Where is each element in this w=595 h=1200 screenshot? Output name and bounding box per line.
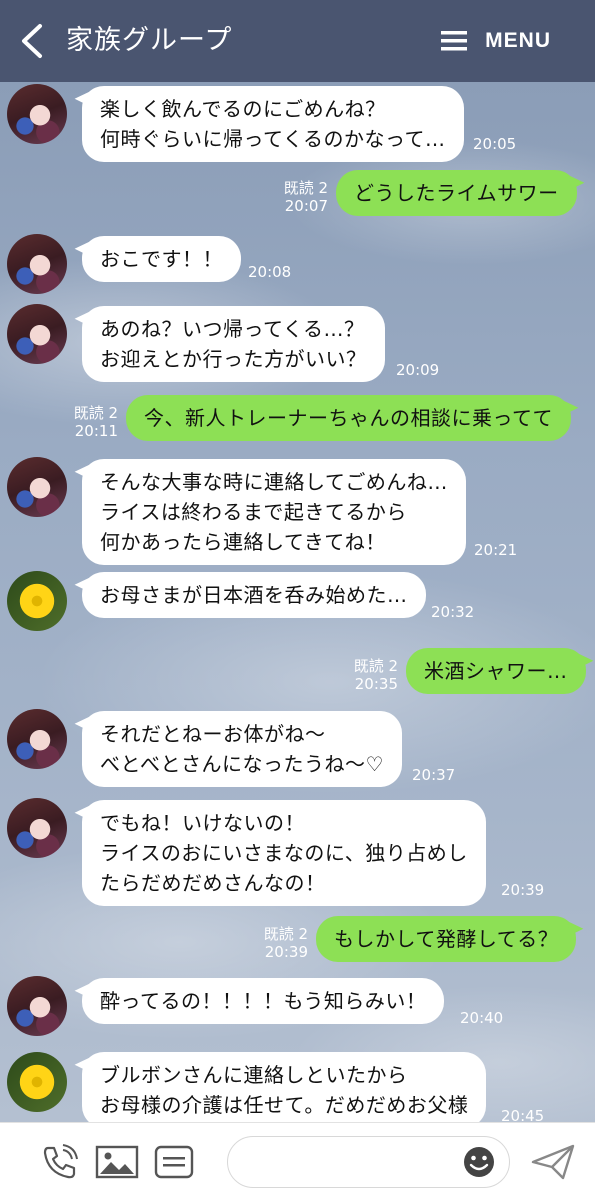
send-icon[interactable] bbox=[530, 1142, 576, 1182]
message-bubble[interactable]: お母さまが日本酒を呑み始めた… bbox=[82, 572, 426, 618]
message-bubble[interactable]: それだとねーお体がね～ べとべとさんになったうね～♡ bbox=[82, 711, 402, 787]
message-bubble[interactable]: おこです！！ bbox=[82, 236, 241, 282]
message-bubble[interactable]: もしかして発酵してる？ bbox=[316, 916, 577, 962]
hamburger-icon bbox=[441, 31, 468, 51]
back-arrow-icon[interactable] bbox=[18, 22, 46, 60]
message-time: 20:09 bbox=[396, 361, 440, 379]
message-time: 20:45 bbox=[501, 1107, 545, 1122]
message-time: 20:07 bbox=[284, 197, 328, 215]
avatar[interactable] bbox=[7, 84, 67, 144]
message-time: 20:39 bbox=[264, 943, 308, 961]
avatar[interactable] bbox=[7, 976, 67, 1036]
avatar[interactable] bbox=[7, 304, 67, 364]
message-bubble[interactable]: 酔ってるの！！！！もう知らみい！ bbox=[82, 978, 445, 1024]
message-time: 20:37 bbox=[412, 766, 456, 784]
read-receipt: 既読 2 20:35 bbox=[334, 657, 398, 693]
avatar[interactable] bbox=[7, 709, 67, 769]
avatar[interactable] bbox=[7, 457, 67, 517]
read-status: 既読 2 bbox=[263, 925, 308, 943]
read-status: 既読 2 bbox=[283, 179, 328, 197]
message-bubble[interactable]: 米酒シャワー… bbox=[406, 648, 586, 694]
message-time: 20:35 bbox=[354, 675, 398, 693]
message-time: 20:39 bbox=[501, 881, 545, 899]
message-bubble[interactable]: 楽しく飲んでるのにごめんね？ 何時ぐらいに帰ってくるのかなって… bbox=[82, 86, 464, 162]
menu-label: MENU bbox=[485, 29, 551, 52]
read-status: 既読 2 bbox=[353, 657, 398, 675]
read-receipt: 既読 2 20:07 bbox=[262, 179, 328, 215]
sticker-menu-icon[interactable] bbox=[154, 1144, 194, 1180]
message-bubble[interactable]: 今、新人トレーナーちゃんの相談に乗ってて bbox=[126, 395, 571, 441]
read-status: 既読 2 bbox=[73, 404, 118, 422]
menu-button[interactable]: MENU bbox=[441, 0, 551, 82]
message-bubble[interactable]: ブルボンさんに連絡しといたから お母様の介護は任せて。だめだめお父様 bbox=[82, 1052, 487, 1122]
message-list[interactable]: 楽しく飲んでるのにごめんね？ 何時ぐらいに帰ってくるのかなって… 20:05 既… bbox=[0, 82, 595, 1122]
message-bubble[interactable]: でもね！いけないの！ ライスのおにいさまなのに、独り占めし たらだめだめさんなの… bbox=[82, 800, 486, 906]
avatar[interactable] bbox=[7, 1052, 67, 1112]
message-bubble[interactable]: あのね？いつ帰ってくる…？ お迎えとか行った方がいい？ bbox=[82, 306, 385, 382]
read-receipt: 既読 2 20:39 bbox=[244, 925, 308, 961]
message-bubble[interactable]: そんな大事な時に連絡してごめんね… ライスは終わるまで起きてるから 何かあったら… bbox=[82, 459, 466, 565]
avatar[interactable] bbox=[7, 571, 67, 631]
avatar[interactable] bbox=[7, 798, 67, 858]
chat-title: 家族グループ bbox=[66, 25, 233, 56]
message-time: 20:08 bbox=[248, 263, 292, 281]
read-receipt: 既読 2 20:11 bbox=[54, 404, 118, 440]
message-time: 20:05 bbox=[473, 135, 517, 153]
message-bubble[interactable]: どうしたライムサワー bbox=[336, 170, 577, 216]
message-time: 20:21 bbox=[474, 541, 518, 559]
chat-header: 家族グループ MENU bbox=[0, 0, 595, 82]
message-input-bar bbox=[0, 1122, 595, 1200]
message-time: 20:40 bbox=[460, 1009, 504, 1027]
emoji-icon[interactable] bbox=[462, 1145, 496, 1179]
message-time: 20:11 bbox=[74, 422, 118, 440]
call-icon[interactable] bbox=[40, 1142, 80, 1182]
avatar[interactable] bbox=[7, 234, 67, 294]
message-time: 20:32 bbox=[431, 603, 475, 621]
image-icon[interactable] bbox=[95, 1144, 139, 1180]
